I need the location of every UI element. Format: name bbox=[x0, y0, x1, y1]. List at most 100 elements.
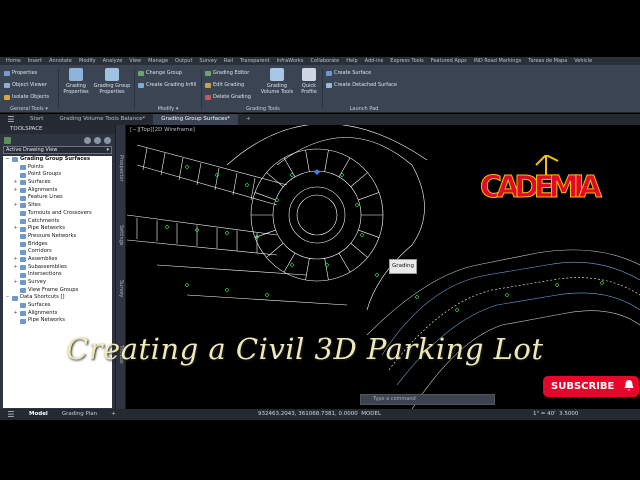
menu-item-transparent[interactable]: Transparent bbox=[240, 57, 270, 65]
parking-ring-inner bbox=[272, 170, 362, 260]
grading-group-properties-icon bbox=[105, 68, 119, 81]
side-tab-prospector[interactable]: Prospector bbox=[118, 155, 124, 182]
grading-marker bbox=[214, 172, 220, 178]
tree-item[interactable]: − Data Shortcuts [] bbox=[3, 294, 112, 302]
isolate-objects-button[interactable]: Isolate Objects bbox=[4, 94, 49, 100]
tree-expand-icon[interactable]: + bbox=[13, 264, 18, 272]
tree-expand-icon[interactable]: + bbox=[13, 202, 18, 210]
side-tab-survey[interactable]: Survey bbox=[118, 280, 124, 297]
menu-item-output[interactable]: Output bbox=[175, 57, 192, 65]
delete-grading-label: Delete Grading bbox=[213, 94, 251, 100]
menu-item-annotate[interactable]: Annotate bbox=[49, 57, 72, 65]
quick-profile-button[interactable]: Quick Profile bbox=[297, 68, 321, 95]
prospector-icon[interactable] bbox=[4, 136, 11, 144]
tree-item[interactable]: Catchments bbox=[3, 218, 112, 226]
tree-node-icon bbox=[20, 257, 26, 263]
tree-expand-icon[interactable]: − bbox=[5, 156, 10, 164]
hamburger-menu-icon[interactable]: ☰ bbox=[0, 410, 22, 419]
tree-item[interactable]: Point Groups bbox=[3, 171, 112, 179]
tree-expand-icon[interactable]: + bbox=[13, 279, 18, 287]
tree-item[interactable]: + Surfaces bbox=[3, 179, 112, 187]
create-detached-surface-button[interactable]: Create Detached Surface bbox=[326, 82, 397, 88]
tree-item[interactable]: Pipe Networks bbox=[3, 317, 112, 325]
tree-expand-icon[interactable]: + bbox=[13, 310, 18, 318]
layout-tab-grading-plan[interactable]: Grading Plan bbox=[55, 409, 104, 420]
menu-item-vehicle[interactable]: Vehicle bbox=[574, 57, 592, 65]
tree-item[interactable]: Intersections bbox=[3, 271, 112, 279]
grading-volume-tools-button[interactable]: Grading Volume Tools bbox=[259, 68, 295, 95]
tree-item[interactable]: Corridors bbox=[3, 248, 112, 256]
tree-item[interactable]: + Subassemblies bbox=[3, 264, 112, 272]
subscribe-button[interactable]: SUBSCRIBE bbox=[543, 376, 639, 397]
menu-item-featured-apps[interactable]: Featured Apps bbox=[431, 57, 467, 65]
create-grading-infill-label: Create Grading Infill bbox=[146, 82, 197, 88]
tree-item[interactable]: Pressure Networks bbox=[3, 233, 112, 241]
tree-expand-icon[interactable]: − bbox=[5, 294, 10, 302]
tree-item[interactable]: Bridges bbox=[3, 241, 112, 249]
tree-item[interactable]: Points bbox=[3, 164, 112, 172]
object-viewer-button[interactable]: Object Viewer bbox=[4, 82, 47, 88]
volume-tools-icon bbox=[270, 68, 284, 81]
tree-item[interactable]: Turnouts and Crossovers bbox=[3, 210, 112, 218]
menu-item-manage[interactable]: Manage bbox=[148, 57, 168, 65]
tree-item[interactable]: + Alignments bbox=[3, 310, 112, 318]
tree-node-icon bbox=[20, 318, 26, 324]
menu-item-infraworks[interactable]: InfraWorks bbox=[277, 57, 304, 65]
tree-item[interactable]: View Frame Groups bbox=[3, 287, 112, 295]
tree-expand-icon[interactable]: + bbox=[13, 225, 18, 233]
annotation-scale[interactable]: 1" = 40' 3.5000 bbox=[533, 409, 578, 420]
tree-item[interactable]: Surfaces bbox=[3, 302, 112, 310]
tree-node-icon bbox=[20, 203, 26, 209]
menu-item-rail[interactable]: Rail bbox=[224, 57, 233, 65]
command-line-input[interactable]: Type a command bbox=[360, 394, 495, 405]
tree-node-icon bbox=[20, 264, 26, 270]
tree-item[interactable]: + Sites bbox=[3, 202, 112, 210]
hamburger-menu-icon[interactable]: ☰ bbox=[0, 115, 22, 124]
grading-properties-button[interactable]: Grading Properties bbox=[60, 68, 92, 95]
menu-item-help[interactable]: Help bbox=[346, 57, 357, 65]
tree-item[interactable]: − Grading Group Surfaces bbox=[3, 156, 112, 164]
tree-expand-icon[interactable]: + bbox=[13, 256, 18, 264]
tab-grading-volume-tools-balance[interactable]: Grading Volume Tools Balance* bbox=[51, 114, 153, 125]
drawing-view-select[interactable]: Active Drawing View ▾ bbox=[3, 146, 112, 154]
tree-expand-icon[interactable]: + bbox=[13, 187, 18, 195]
roundabout-inner-ring bbox=[296, 194, 338, 236]
tab-grading-group-surfaces[interactable]: Grading Group Surfaces* bbox=[153, 114, 238, 125]
menu-item-insert[interactable]: Insert bbox=[28, 57, 42, 65]
tree-expand-icon[interactable]: + bbox=[13, 179, 18, 187]
panel-title-modify: Modify ▾ bbox=[157, 106, 179, 112]
model-space-toggle[interactable]: MODEL bbox=[361, 411, 381, 417]
tree-item[interactable]: + Survey bbox=[3, 279, 112, 287]
tree-item[interactable]: Feature Lines bbox=[3, 194, 112, 202]
tree-item[interactable]: + Assemblies bbox=[3, 256, 112, 264]
menu-item-analyze[interactable]: Analyze bbox=[103, 57, 123, 65]
menu-item-view[interactable]: View bbox=[129, 57, 141, 65]
toolspace-option-icon[interactable] bbox=[84, 136, 91, 144]
change-group-button[interactable]: Change Group bbox=[138, 70, 182, 76]
menu-item-tareas-de-mapa[interactable]: Tareas de Mapa bbox=[528, 57, 567, 65]
stall-divider bbox=[214, 167, 220, 191]
tree-item[interactable]: + Pipe Networks bbox=[3, 225, 112, 233]
grading-group-properties-button[interactable]: Grading Group Properties bbox=[92, 68, 132, 95]
tab-start[interactable]: Start bbox=[22, 114, 51, 125]
tree-item[interactable]: + Alignments bbox=[3, 187, 112, 195]
menu-item-modify[interactable]: Modify bbox=[79, 57, 96, 65]
new-tab-plus-icon[interactable]: + bbox=[238, 114, 259, 125]
toolspace-option-icon[interactable] bbox=[94, 136, 101, 144]
layout-tab-model[interactable]: Model bbox=[22, 409, 55, 420]
menu-item-home[interactable]: Home bbox=[6, 57, 21, 65]
menu-item-express-tools[interactable]: Express Tools bbox=[390, 57, 423, 65]
grading-editor-button[interactable]: Grading Editor bbox=[205, 70, 249, 76]
side-tab-settings[interactable]: Settings bbox=[118, 225, 124, 246]
delete-grading-button[interactable]: Delete Grading bbox=[205, 94, 251, 100]
menu-item-collaborate[interactable]: Collaborate bbox=[310, 57, 339, 65]
menu-item-survey[interactable]: Survey bbox=[199, 57, 216, 65]
create-surface-button[interactable]: Create Surface bbox=[326, 70, 371, 76]
help-icon[interactable] bbox=[104, 136, 111, 144]
create-grading-infill-button[interactable]: Create Grading Infill bbox=[138, 82, 196, 88]
add-layout-plus-icon[interactable]: + bbox=[104, 409, 123, 420]
menu-item-ind-road-markings[interactable]: IND Road Markings bbox=[474, 57, 521, 65]
menu-item-add-ins[interactable]: Add-ins bbox=[365, 57, 384, 65]
edit-grading-button[interactable]: Edit Grading bbox=[205, 82, 244, 88]
properties-button[interactable]: Properties bbox=[4, 70, 37, 76]
